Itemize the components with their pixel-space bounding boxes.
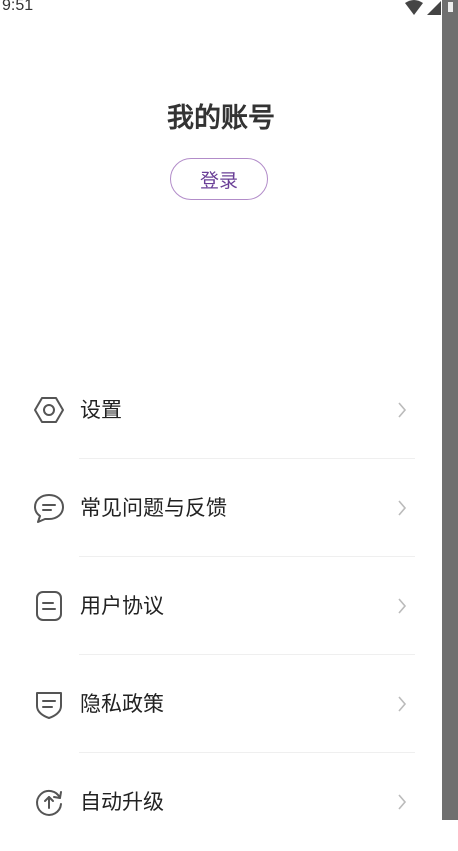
- menu-item-user-agreement[interactable]: 用户协议: [0, 557, 442, 655]
- menu-item-label: 设置: [80, 398, 122, 422]
- shield-icon: [36, 692, 62, 719]
- menu-item-privacy-policy[interactable]: 隐私政策: [0, 655, 442, 753]
- menu-item-settings[interactable]: 设置: [0, 361, 442, 459]
- chevron-right-icon: [398, 598, 407, 614]
- side-scrollbar[interactable]: [442, 0, 458, 820]
- battery-icon: [448, 2, 453, 12]
- chevron-right-icon: [398, 402, 407, 418]
- chevron-right-icon: [398, 696, 407, 712]
- login-button[interactable]: 登录: [170, 158, 268, 200]
- menu-item-label: 自动升级: [80, 790, 164, 814]
- menu-item-label: 隐私政策: [80, 692, 164, 716]
- chevron-right-icon: [398, 794, 407, 810]
- menu-list: 设置 常见问题与反馈 用户协议 隐私政策 自动升级: [0, 361, 442, 851]
- status-icons: [404, 0, 442, 16]
- signal-icon: [427, 1, 441, 15]
- menu-item-label: 常见问题与反馈: [80, 496, 227, 520]
- chevron-right-icon: [398, 500, 407, 516]
- menu-item-label: 用户协议: [80, 594, 164, 618]
- wifi-icon: [405, 0, 423, 15]
- gear-hex-icon: [34, 397, 64, 423]
- status-time: 9:51: [2, 0, 34, 14]
- menu-item-auto-update[interactable]: 自动升级: [0, 753, 442, 851]
- menu-item-faq-feedback[interactable]: 常见问题与反馈: [0, 459, 442, 557]
- document-icon: [36, 591, 62, 621]
- page-title: 我的账号: [167, 103, 275, 134]
- refresh-upload-icon: [36, 789, 62, 816]
- chat-bubble-icon: [34, 494, 64, 523]
- status-bar: 9:51: [0, 0, 442, 18]
